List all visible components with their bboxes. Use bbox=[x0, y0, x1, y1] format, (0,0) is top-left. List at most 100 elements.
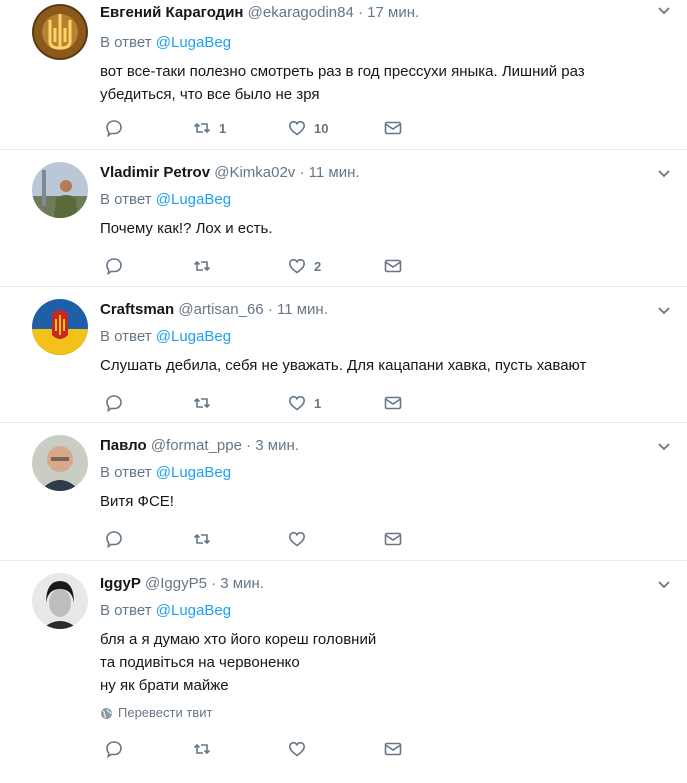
display-name[interactable]: Vladimir Petrov bbox=[100, 164, 210, 181]
timestamp[interactable]: 3 мин. bbox=[220, 575, 264, 592]
flag-emblem bbox=[32, 299, 88, 355]
photo-man-outdoors bbox=[32, 162, 88, 218]
tweet-text: бля а я думаю хто його кореш головний та… bbox=[100, 631, 377, 694]
tweet[interactable]: Евгений Карагодин @ekaragodin84 · 17 мин… bbox=[0, 0, 687, 150]
reply-feed: Евгений Карагодин @ekaragodin84 · 17 мин… bbox=[0, 0, 687, 771]
retweet-button[interactable] bbox=[193, 739, 219, 759]
username[interactable]: @format_ppe bbox=[151, 437, 242, 454]
retweet-icon bbox=[193, 533, 211, 545]
chevron-down-icon[interactable] bbox=[657, 167, 671, 181]
tweet[interactable]: Vladimir Petrov @Kimka02v · 11 мин. В от… bbox=[0, 150, 687, 287]
retweet-icon bbox=[193, 397, 211, 409]
direct-message-button[interactable] bbox=[384, 393, 402, 413]
timestamp[interactable]: 11 мин. bbox=[277, 301, 328, 318]
reply-button[interactable] bbox=[105, 529, 123, 549]
tweet-text: Витя ФСЕ! bbox=[100, 493, 174, 510]
direct-message-button[interactable] bbox=[384, 256, 402, 276]
heart-icon bbox=[288, 258, 306, 274]
like-button[interactable]: 2 bbox=[288, 256, 321, 276]
username[interactable]: @IggyP5 bbox=[145, 575, 207, 592]
mention-link[interactable]: @LugaBeg bbox=[156, 328, 231, 345]
reply-context: В ответ @LugaBeg bbox=[100, 328, 232, 345]
reply-icon bbox=[106, 741, 122, 758]
retweet-count: 1 bbox=[219, 120, 227, 136]
heart-icon bbox=[288, 741, 306, 757]
heart-icon bbox=[288, 120, 306, 136]
photo-man-face bbox=[32, 435, 88, 491]
avatar[interactable] bbox=[32, 4, 88, 60]
display-name[interactable]: Павло bbox=[100, 437, 147, 454]
like-button[interactable] bbox=[288, 529, 314, 549]
reply-icon bbox=[106, 395, 122, 412]
tweet-actions: 1 bbox=[105, 393, 405, 413]
display-name[interactable]: Craftsman bbox=[100, 301, 174, 318]
avatar[interactable] bbox=[32, 435, 88, 491]
reply-context: В ответ @LugaBeg bbox=[100, 34, 232, 51]
tweet-text: Слушать дебила, себя не уважать. Для кац… bbox=[100, 357, 587, 374]
retweet-button[interactable] bbox=[193, 256, 219, 276]
mention-link[interactable]: @LugaBeg bbox=[156, 464, 231, 481]
avatar[interactable] bbox=[32, 299, 88, 355]
avatar[interactable] bbox=[32, 162, 88, 218]
mention-link[interactable]: @LugaBeg bbox=[156, 34, 231, 51]
like-button[interactable]: 1 bbox=[288, 393, 321, 413]
envelope-icon bbox=[384, 259, 402, 273]
envelope-icon bbox=[384, 396, 402, 410]
trident-icon bbox=[32, 4, 88, 60]
like-button[interactable] bbox=[288, 739, 314, 759]
envelope-icon bbox=[384, 121, 402, 135]
like-count: 10 bbox=[314, 120, 329, 136]
heart-icon bbox=[288, 531, 306, 547]
chevron-down-icon[interactable] bbox=[657, 304, 671, 318]
tweet-actions: 2 bbox=[105, 256, 405, 276]
reply-icon bbox=[106, 258, 122, 275]
retweet-icon bbox=[193, 122, 211, 134]
reply-button[interactable] bbox=[105, 256, 123, 276]
direct-message-button[interactable] bbox=[384, 529, 402, 549]
chevron-down-icon[interactable] bbox=[657, 440, 671, 454]
mention-link[interactable]: @LugaBeg bbox=[156, 191, 231, 208]
display-name[interactable]: IggyP bbox=[100, 575, 141, 592]
like-count: 1 bbox=[314, 395, 322, 411]
like-count: 2 bbox=[314, 258, 322, 274]
globe-icon bbox=[101, 707, 112, 719]
tweet-actions bbox=[105, 739, 405, 759]
display-name[interactable]: Евгений Карагодин bbox=[100, 4, 244, 21]
avatar[interactable] bbox=[32, 573, 88, 629]
reply-button[interactable] bbox=[105, 739, 123, 759]
tweet-text: вот все-таки полезно смотреть раз в год … bbox=[100, 63, 585, 103]
retweet-icon bbox=[193, 743, 211, 755]
chevron-down-icon[interactable] bbox=[657, 578, 671, 592]
tweet[interactable]: Павло @format_ppe · 3 мин. В ответ @Luga… bbox=[0, 423, 687, 561]
retweet-button[interactable] bbox=[193, 529, 219, 549]
chevron-down-icon[interactable] bbox=[657, 4, 671, 18]
username[interactable]: @ekaragodin84 bbox=[248, 4, 354, 21]
retweet-button[interactable]: 1 bbox=[193, 118, 226, 138]
heart-icon bbox=[288, 395, 306, 411]
tweet[interactable]: IggyP @IggyP5 · 3 мин. В ответ @LugaBeg … bbox=[0, 561, 687, 771]
mention-link[interactable]: @LugaBeg bbox=[156, 602, 231, 619]
tweet[interactable]: Craftsman @artisan_66 · 11 мин. В ответ … bbox=[0, 287, 687, 423]
retweet-button[interactable] bbox=[193, 393, 219, 413]
retweet-icon bbox=[193, 260, 211, 272]
username[interactable]: @Kimka02v bbox=[214, 164, 295, 181]
reply-context: В ответ @LugaBeg bbox=[100, 602, 232, 619]
direct-message-button[interactable] bbox=[384, 739, 402, 759]
like-button[interactable]: 10 bbox=[288, 118, 328, 138]
reply-icon bbox=[106, 120, 122, 137]
envelope-icon bbox=[384, 742, 402, 756]
tweet-actions bbox=[105, 529, 405, 549]
reply-button[interactable] bbox=[105, 393, 123, 413]
tweet-text: Почему как!? Лох и есть. bbox=[100, 220, 273, 237]
reply-icon bbox=[106, 531, 122, 548]
timestamp[interactable]: 3 мин. bbox=[255, 437, 299, 454]
translate-tweet-link[interactable]: Перевести твит bbox=[100, 704, 212, 722]
photo-bw-portrait bbox=[32, 573, 88, 629]
reply-context: В ответ @LugaBeg bbox=[100, 191, 232, 208]
timestamp[interactable]: 11 мин. bbox=[309, 164, 360, 181]
reply-context: В ответ @LugaBeg bbox=[100, 464, 232, 481]
username[interactable]: @artisan_66 bbox=[178, 301, 263, 318]
timestamp[interactable]: 17 мин. bbox=[367, 4, 419, 21]
reply-button[interactable] bbox=[105, 118, 123, 138]
direct-message-button[interactable] bbox=[384, 118, 402, 138]
